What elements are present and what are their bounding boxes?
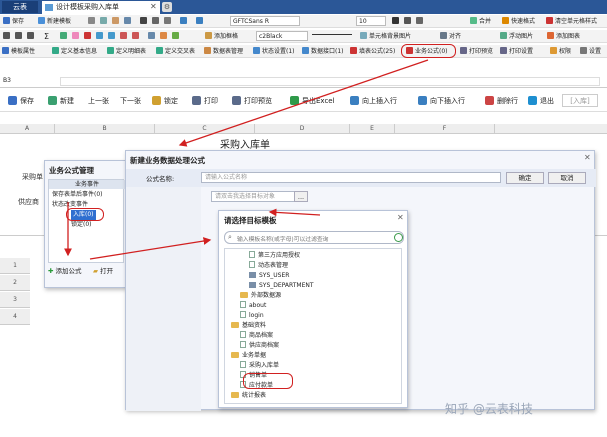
watermark: 知乎 @云表科技 <box>445 402 533 416</box>
arrow-to-formula-mgmt <box>178 59 429 147</box>
arrow-to-template-dialog <box>268 208 321 217</box>
annotation-arrows <box>64 59 429 260</box>
arrow-to-target <box>89 237 212 260</box>
